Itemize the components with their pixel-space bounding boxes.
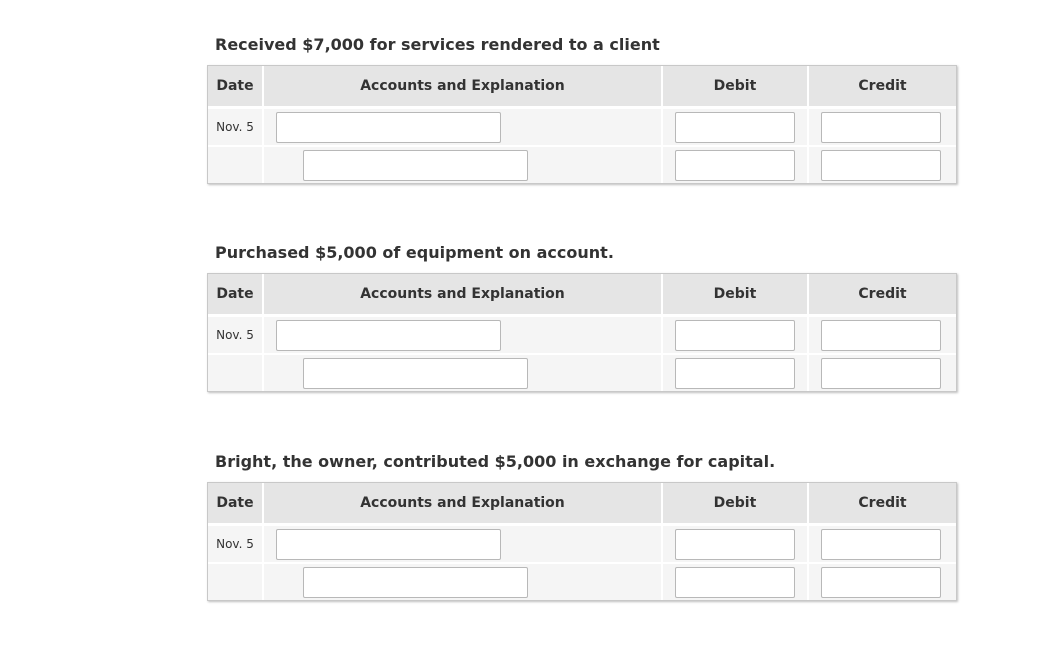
account-input[interactable] [276,528,501,560]
table-header-row: Date Accounts and Explanation Debit Cred… [208,66,956,107]
date-cell [208,145,262,183]
entry-title: Received $7,000 for services rendered to… [215,35,660,54]
column-header-accounts: Accounts and Explanation [262,483,661,524]
table-row [208,145,956,183]
credit-input[interactable] [821,528,941,560]
credit-input[interactable] [821,566,941,598]
column-header-date: Date [208,66,262,107]
account-cell [262,353,661,391]
account-input-indented[interactable] [303,149,528,181]
date-cell [208,353,262,391]
account-input-indented[interactable] [303,566,528,598]
column-header-debit: Debit [661,66,807,107]
journal-table: Date Accounts and Explanation Debit Cred… [207,65,957,184]
table-row [208,562,956,600]
entry-title: Bright, the owner, contributed $5,000 in… [215,452,776,471]
credit-cell [807,524,956,562]
column-header-date: Date [208,274,262,315]
credit-cell [807,145,956,183]
debit-input[interactable] [675,566,795,598]
debit-cell [661,145,807,183]
entry-title: Purchased $5,000 of equipment on account… [215,243,614,262]
date-cell: Nov. 5 [208,524,262,562]
debit-input[interactable] [675,149,795,181]
debit-input[interactable] [675,111,795,143]
date-cell: Nov. 5 [208,315,262,353]
account-input-indented[interactable] [303,357,528,389]
account-cell [262,145,661,183]
column-header-credit: Credit [807,66,956,107]
table-row: Nov. 5 [208,315,956,353]
debit-cell [661,353,807,391]
credit-cell [807,562,956,600]
column-header-debit: Debit [661,483,807,524]
table-header-row: Date Accounts and Explanation Debit Cred… [208,274,956,315]
table-row: Nov. 5 [208,524,956,562]
debit-input[interactable] [675,357,795,389]
credit-cell [807,107,956,145]
debit-cell [661,107,807,145]
column-header-credit: Credit [807,274,956,315]
debit-input[interactable] [675,528,795,560]
account-cell [262,524,661,562]
journal-table: Date Accounts and Explanation Debit Cred… [207,482,957,601]
account-input[interactable] [276,111,501,143]
debit-cell [661,562,807,600]
credit-cell [807,353,956,391]
table-row [208,353,956,391]
date-cell [208,562,262,600]
table-row: Nov. 5 [208,107,956,145]
date-cell: Nov. 5 [208,107,262,145]
debit-cell [661,315,807,353]
table-header-row: Date Accounts and Explanation Debit Cred… [208,483,956,524]
credit-input[interactable] [821,357,941,389]
account-cell [262,315,661,353]
column-header-debit: Debit [661,274,807,315]
credit-cell [807,315,956,353]
credit-input[interactable] [821,319,941,351]
debit-cell [661,524,807,562]
journal-table: Date Accounts and Explanation Debit Cred… [207,273,957,392]
column-header-date: Date [208,483,262,524]
column-header-credit: Credit [807,483,956,524]
credit-input[interactable] [821,149,941,181]
column-header-accounts: Accounts and Explanation [262,274,661,315]
account-cell [262,107,661,145]
credit-input[interactable] [821,111,941,143]
account-cell [262,562,661,600]
account-input[interactable] [276,319,501,351]
debit-input[interactable] [675,319,795,351]
column-header-accounts: Accounts and Explanation [262,66,661,107]
